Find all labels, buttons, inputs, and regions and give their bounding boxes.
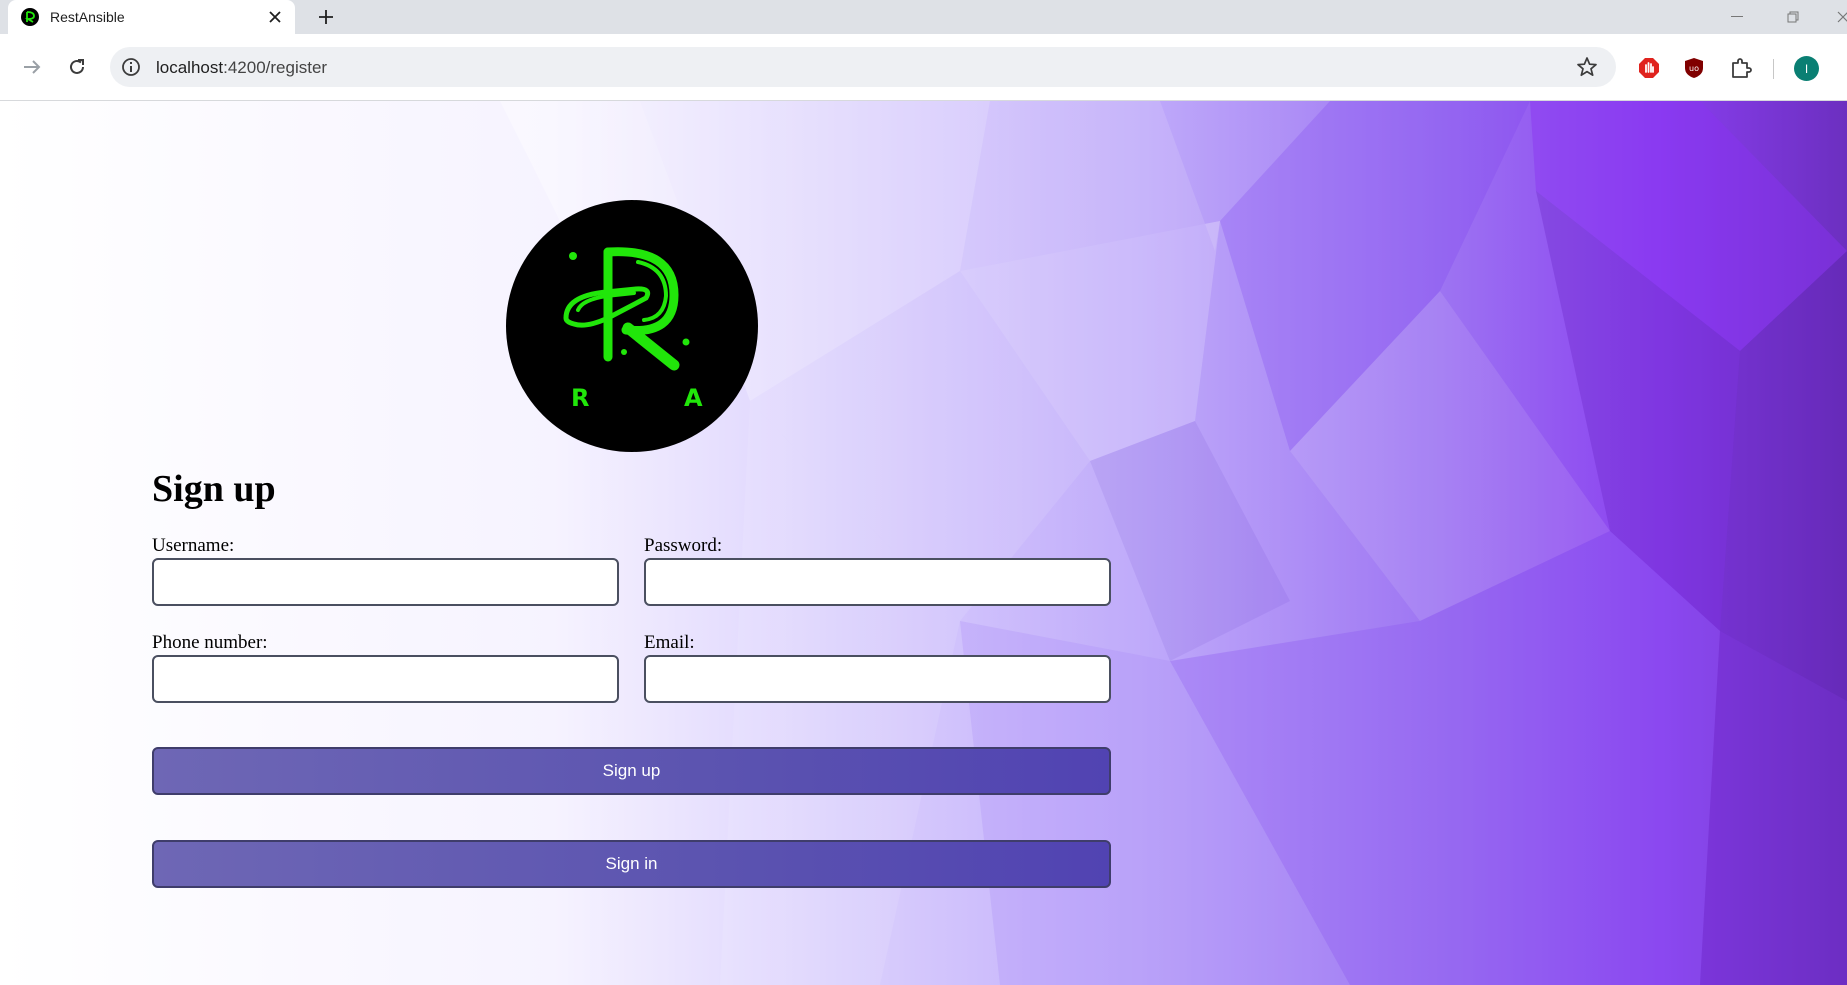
- restansible-logo: R A: [506, 200, 758, 452]
- reload-icon[interactable]: [63, 53, 91, 81]
- phone-field-group: Phone number:: [152, 632, 619, 703]
- username-field-group: Username:: [152, 535, 619, 606]
- password-input[interactable]: [644, 558, 1111, 606]
- logo-letter-r: R: [571, 384, 589, 412]
- browser-toolbar: localhost:4200/register uo I: [0, 34, 1847, 101]
- site-info-icon[interactable]: [121, 57, 141, 77]
- password-label: Password:: [644, 535, 723, 556]
- tab-title: RestAnsible: [50, 9, 125, 25]
- email-label: Email:: [644, 632, 695, 653]
- sign-up-button[interactable]: Sign up: [152, 747, 1111, 795]
- email-input[interactable]: [644, 655, 1111, 703]
- browser-tab[interactable]: RestAnsible: [8, 0, 295, 34]
- url-path: :4200/register: [223, 58, 328, 77]
- url-host: localhost: [156, 58, 224, 77]
- minimize-icon[interactable]: [1724, 6, 1750, 28]
- toolbar-divider: [1773, 59, 1774, 79]
- profile-avatar[interactable]: I: [1794, 56, 1819, 81]
- password-field-group: Password:: [644, 535, 1111, 606]
- url-text[interactable]: localhost:4200/register: [156, 58, 327, 78]
- new-tab-icon[interactable]: [314, 5, 338, 29]
- register-page: R A Sign up Username: Password: Phone nu…: [0, 101, 1847, 985]
- tab-strip: RestAnsible: [0, 0, 1847, 34]
- phone-input[interactable]: [152, 655, 619, 703]
- username-label: Username:: [152, 535, 235, 556]
- restore-icon[interactable]: [1780, 6, 1806, 28]
- page-title: Sign up: [152, 468, 276, 510]
- svg-text:uo: uo: [1689, 64, 1699, 73]
- ublock-extension-icon[interactable]: uo: [1683, 57, 1705, 79]
- forward-icon[interactable]: [18, 53, 46, 81]
- logo-letter-a: A: [684, 384, 703, 412]
- extensions-puzzle-icon[interactable]: [1730, 57, 1752, 79]
- username-input[interactable]: [152, 558, 619, 606]
- phone-label: Phone number:: [152, 632, 268, 653]
- address-bar[interactable]: localhost:4200/register: [110, 47, 1616, 87]
- page-viewport: R A Sign up Username: Password: Phone nu…: [0, 101, 1847, 985]
- close-window-icon[interactable]: [1830, 6, 1847, 28]
- sign-in-button[interactable]: Sign in: [152, 840, 1111, 888]
- adblock-extension-icon[interactable]: [1638, 57, 1660, 79]
- close-tab-icon[interactable]: [265, 7, 285, 27]
- favicon-icon: [21, 8, 39, 26]
- bookmark-star-icon[interactable]: [1576, 56, 1598, 78]
- email-field-group: Email:: [644, 632, 1111, 703]
